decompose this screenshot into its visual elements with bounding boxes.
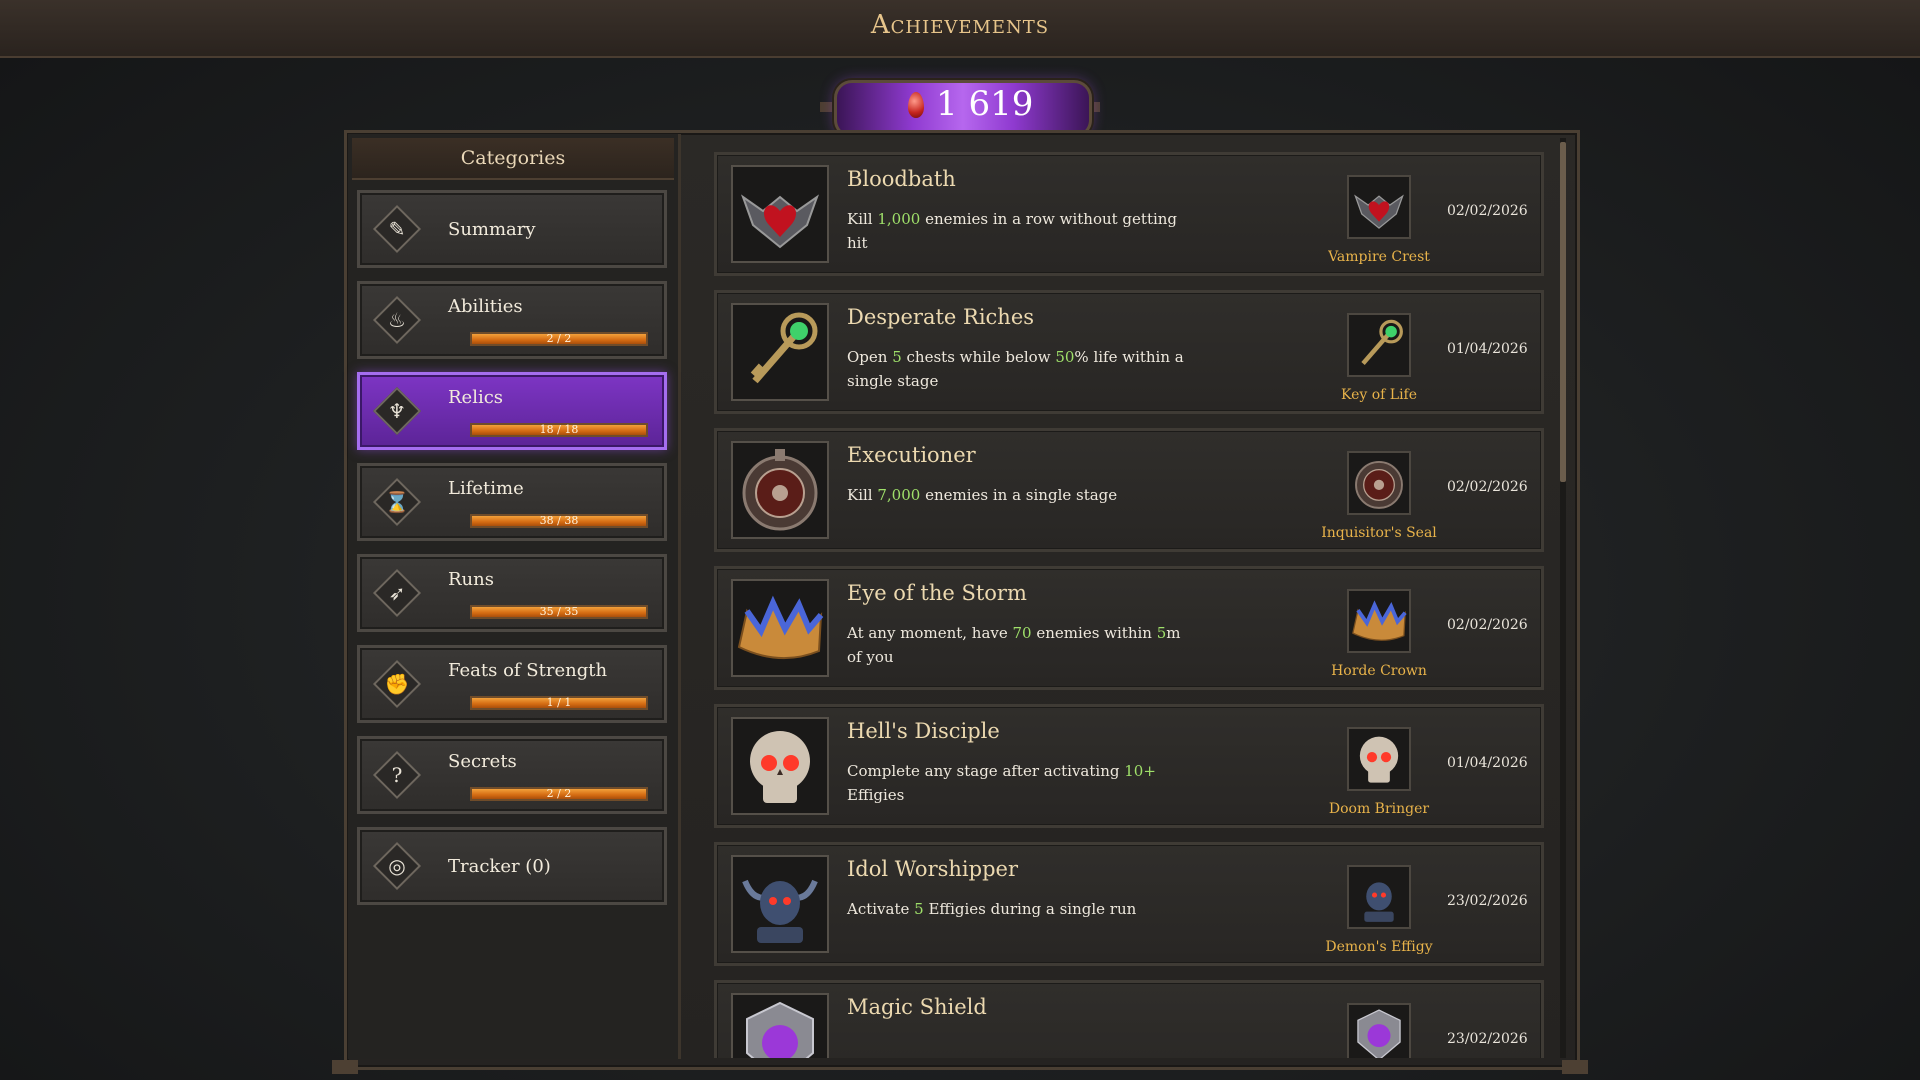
category-label: Summary <box>448 219 536 240</box>
winged-boot-icon: ➶ <box>372 568 422 618</box>
panel-corner-ornament <box>332 1060 358 1074</box>
achievement-description: Kill 1,000 enemies in a row without gett… <box>847 210 1178 252</box>
achievement-row[interactable]: Executioner Kill 7,000 enemies in a sing… <box>714 428 1544 552</box>
category-progress-bar: 2 / 2 <box>470 787 648 801</box>
achievement-date: 23/02/2026 <box>1447 893 1528 909</box>
achievement-name: Desperate Riches <box>847 305 1035 329</box>
category-label: Runs <box>448 569 494 590</box>
achievement-date: 02/02/2026 <box>1447 479 1528 495</box>
category-feats-of-strength[interactable]: ✊ Feats of Strength 1 / 1 <box>357 645 667 723</box>
vampire-crest-icon <box>731 165 829 263</box>
achievement-name: Executioner <box>847 443 976 467</box>
scrollbar-thumb[interactable] <box>1560 142 1566 482</box>
category-progress-text: 2 / 2 <box>546 332 572 345</box>
category-label: Tracker (0) <box>448 856 551 877</box>
reward-name: Inquisitor's Seal <box>1321 525 1437 541</box>
inquisitors-seal-icon <box>731 441 829 539</box>
category-secrets[interactable]: ? Secrets 2 / 2 <box>357 736 667 814</box>
achievement-date: 23/02/2026 <box>1447 1031 1528 1047</box>
panel-corner-ornament <box>1562 1060 1588 1074</box>
category-runs[interactable]: ➶ Runs 35 / 35 <box>357 554 667 632</box>
flexed-arm-icon: ✊ <box>372 659 422 709</box>
score-display: 1 619 <box>820 76 1100 138</box>
achievement-name: Magic Shield <box>847 995 987 1019</box>
category-progress-bar: 38 / 38 <box>470 514 648 528</box>
question-mark-icon: ? <box>372 750 422 800</box>
doom-bringer-icon <box>731 717 829 815</box>
achievement-name: Bloodbath <box>847 167 956 191</box>
category-label: Feats of Strength <box>448 660 608 681</box>
horde-crown-reward-icon <box>1347 589 1411 653</box>
chalice-icon: ♆ <box>372 386 422 436</box>
achievement-description: Complete any stage after activating 10+ … <box>847 762 1156 804</box>
category-summary[interactable]: ✎ Summary <box>357 190 667 268</box>
blood-gem-icon <box>908 92 924 118</box>
reward-name: Horde Crown <box>1331 663 1427 679</box>
achievement-date: 01/04/2026 <box>1447 755 1528 771</box>
reward-name: Doom Bringer <box>1328 801 1430 817</box>
page-title: Achievements <box>870 10 1050 40</box>
categories-title: Categories <box>460 147 566 169</box>
achievement-row[interactable]: Idol Worshipper Activate 5 Effigies duri… <box>714 842 1544 966</box>
achievement-description: Open 5 chests while below 50% life withi… <box>847 348 1184 390</box>
category-progress-bar: 1 / 1 <box>470 696 648 710</box>
category-progress-bar: 18 / 18 <box>470 423 648 437</box>
achievement-description: At any moment, have 70 enemies within 5m… <box>847 624 1181 666</box>
achievement-date: 01/04/2026 <box>1447 341 1528 357</box>
achievement-date: 02/02/2026 <box>1447 203 1528 219</box>
key-of-life-reward-icon <box>1347 313 1411 377</box>
category-label: Secrets <box>448 751 517 772</box>
demons-effigy-reward-icon <box>1347 865 1411 929</box>
hourglass-icon: ⌛ <box>372 477 422 527</box>
category-progress-bar: 2 / 2 <box>470 332 648 346</box>
achievement-row[interactable]: Hell's Disciple Complete any stage after… <box>714 704 1544 828</box>
category-relics[interactable]: ♆ Relics 18 / 18 <box>357 372 667 450</box>
achievement-row[interactable]: Desperate Riches Open 5 chests while bel… <box>714 290 1544 414</box>
achievement-row[interactable]: Bloodbath Kill 1,000 enemies in a row wi… <box>714 152 1544 276</box>
doom-bringer-reward-icon <box>1347 727 1411 791</box>
achievement-name: Idol Worshipper <box>847 857 1018 881</box>
reward-name: Demon's Effigy <box>1325 939 1433 955</box>
category-label: Relics <box>448 387 504 408</box>
category-lifetime[interactable]: ⌛ Lifetime 38 / 38 <box>357 463 667 541</box>
achievement-date: 02/02/2026 <box>1447 617 1528 633</box>
reward-name: Key of Life <box>1340 387 1418 403</box>
flame-hand-icon: ♨ <box>372 295 422 345</box>
category-progress-text: 38 / 38 <box>539 514 579 527</box>
achievement-description: Activate 5 Effigies during a single run <box>847 900 1137 918</box>
top-bar: Achievements <box>0 0 1920 58</box>
demons-effigy-icon <box>731 855 829 953</box>
vampire-crest-reward-icon <box>1347 175 1411 239</box>
category-label: Abilities <box>448 296 523 317</box>
achievement-list[interactable]: Bloodbath Kill 1,000 enemies in a row wi… <box>706 146 1544 1058</box>
category-tracker[interactable]: ◎ Tracker (0) <box>357 827 667 905</box>
achievement-list-scrollbar[interactable] <box>1560 138 1566 1058</box>
category-progress-bar: 35 / 35 <box>470 605 648 619</box>
key-of-life-icon <box>731 303 829 401</box>
category-label: Lifetime <box>448 478 524 499</box>
horde-crown-icon <box>731 579 829 677</box>
magic-shield-reward-icon <box>1347 1003 1411 1058</box>
score-value: 1 619 <box>936 84 1034 124</box>
category-progress-text: 1 / 1 <box>546 696 572 709</box>
achievement-row[interactable]: Magic Shield 23/02/2026 <box>714 980 1544 1058</box>
target-icon: ◎ <box>372 841 422 891</box>
inquisitors-seal-reward-icon <box>1347 451 1411 515</box>
achievement-description: Kill 7,000 enemies in a single stage <box>847 486 1118 504</box>
categories-header: Categories <box>352 138 674 180</box>
category-progress-text: 18 / 18 <box>539 423 579 436</box>
achievement-name: Eye of the Storm <box>847 581 1027 605</box>
achievement-name: Hell's Disciple <box>847 719 1000 743</box>
achievement-row[interactable]: Eye of the Storm At any moment, have 70 … <box>714 566 1544 690</box>
category-abilities[interactable]: ♨ Abilities 2 / 2 <box>357 281 667 359</box>
category-progress-text: 35 / 35 <box>539 605 579 618</box>
reward-name: Vampire Crest <box>1328 249 1430 265</box>
category-progress-text: 2 / 2 <box>546 787 572 800</box>
scroll-icon: ✎ <box>372 204 422 254</box>
magic-shield-icon <box>731 993 829 1058</box>
